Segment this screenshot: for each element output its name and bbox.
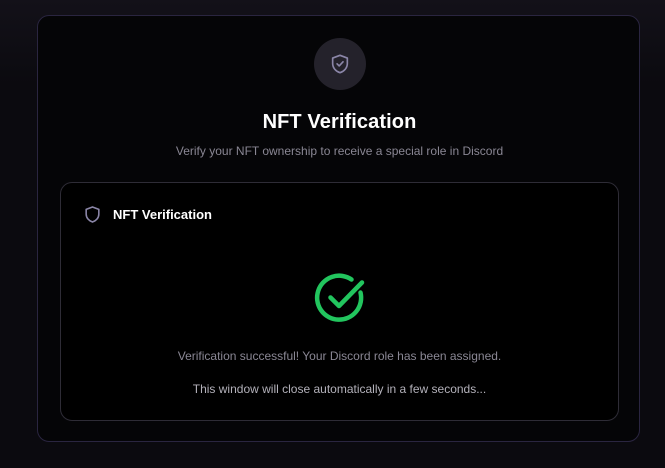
panel-header: NFT Verification <box>83 205 212 224</box>
shield-check-icon <box>329 53 351 75</box>
verification-card: NFT Verification Verify your NFT ownersh… <box>37 15 640 442</box>
page-title: NFT Verification <box>262 111 417 133</box>
success-message: Verification successful! Your Discord ro… <box>177 349 502 363</box>
panel-title: NFT Verification <box>113 207 212 222</box>
verification-panel: NFT Verification Verification successful… <box>60 182 619 421</box>
page-subtitle: Verify your NFT ownership to receive a s… <box>175 144 504 158</box>
page: NFT Verification Verify your NFT ownersh… <box>0 0 665 468</box>
shield-icon <box>83 205 102 224</box>
check-circle-icon <box>313 271 369 327</box>
auto-close-notice: This window will close automatically in … <box>192 382 487 396</box>
header-icon-badge <box>314 38 366 90</box>
